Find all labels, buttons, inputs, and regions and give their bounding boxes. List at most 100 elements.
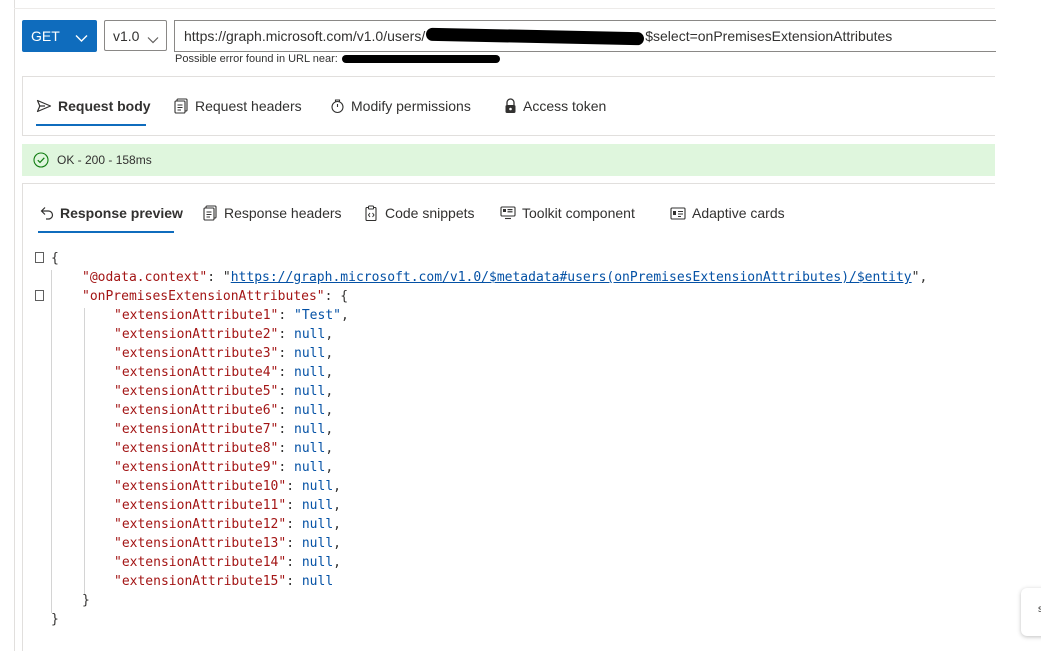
json-attribute-row: "extensionAttribute15": null xyxy=(114,572,333,591)
json-attribute-row: "extensionAttribute3": null, xyxy=(114,344,333,363)
tab-toolkit-component[interactable]: Toolkit component xyxy=(500,184,635,242)
json-line: "onPremisesExtensionAttributes": { xyxy=(82,289,349,304)
tab-label: Request headers xyxy=(195,98,302,114)
json-attribute-row: "extensionAttribute11": null, xyxy=(114,496,341,515)
json-comma: , xyxy=(325,384,334,399)
json-value: null xyxy=(301,555,334,570)
json-value: null xyxy=(294,365,326,380)
json-key: "extensionAttribute5" xyxy=(114,384,279,399)
json-attribute-row: "extensionAttribute5": null, xyxy=(114,382,333,401)
json-comma: , xyxy=(325,365,334,380)
json-key: "extensionAttribute12" xyxy=(114,517,287,532)
url-error-label: Possible error found in URL near: xyxy=(175,53,338,65)
active-tab-indicator xyxy=(36,124,146,126)
json-comma: , xyxy=(341,308,349,323)
feedback-widget[interactable]: s xyxy=(1021,588,1041,636)
json-line: "@odata.context": "https://graph.microso… xyxy=(82,270,928,285)
url-suffix: $select=onPremisesExtensionAttributes xyxy=(645,28,893,44)
tab-response-headers[interactable]: Response headers xyxy=(203,184,342,242)
json-value: null xyxy=(294,441,326,456)
top-divider xyxy=(14,8,995,9)
json-comma: , xyxy=(333,498,341,513)
json-key: "extensionAttribute3" xyxy=(114,346,279,361)
json-comma: , xyxy=(325,460,334,475)
json-colon: : xyxy=(278,384,295,399)
status-bar: OK - 200 - 158ms xyxy=(22,144,995,176)
json-key: "extensionAttribute8" xyxy=(114,441,279,456)
json-colon: : xyxy=(278,441,295,456)
tab-label: Modify permissions xyxy=(351,98,471,114)
tab-label: Request body xyxy=(58,98,151,114)
undo-arrow-icon xyxy=(40,206,54,220)
headers-icon xyxy=(203,205,218,221)
json-value: null xyxy=(294,346,326,361)
tab-request-headers[interactable]: Request headers xyxy=(174,77,302,135)
json-attribute-row: "extensionAttribute10": null, xyxy=(114,477,341,496)
json-attribute-row: "extensionAttribute9": null, xyxy=(114,458,333,477)
tab-access-token[interactable]: Access token xyxy=(504,77,606,135)
json-attribute-row: "extensionAttribute12": null, xyxy=(114,515,341,534)
json-key: "@odata.context" xyxy=(82,270,208,285)
json-value: null xyxy=(301,536,334,551)
json-comma: , xyxy=(333,536,341,551)
request-panel: Request body Request headers Modify perm… xyxy=(22,76,995,136)
toolkit-icon xyxy=(500,206,516,220)
tab-code-snippets[interactable]: Code snippets xyxy=(364,184,475,242)
chevron-down-icon xyxy=(147,31,159,47)
json-key: "extensionAttribute14" xyxy=(114,555,287,570)
redaction-mark xyxy=(341,55,500,64)
json-attribute-row: "extensionAttribute8": null, xyxy=(114,439,333,458)
tab-adaptive-cards[interactable]: Adaptive cards xyxy=(670,184,785,242)
check-circle-icon xyxy=(33,152,49,168)
json-line: { xyxy=(51,251,59,266)
json-value: null xyxy=(301,479,334,494)
redaction-mark xyxy=(426,27,645,45)
json-key: "onPremisesExtensionAttributes" xyxy=(82,289,325,304)
json-value: null xyxy=(301,574,334,589)
tab-request-body[interactable]: Request body xyxy=(36,77,151,135)
tab-response-preview[interactable]: Response preview xyxy=(40,184,183,242)
json-colon: : xyxy=(286,479,302,494)
tab-label: Access token xyxy=(523,98,607,114)
json-comma: , xyxy=(333,555,341,570)
json-colon: : xyxy=(278,327,295,342)
json-key: "extensionAttribute7" xyxy=(114,422,279,437)
json-colon: : xyxy=(286,498,302,513)
json-value: null xyxy=(301,517,334,532)
url-prefix: https://graph.microsoft.com/v1.0/users/ xyxy=(184,28,426,44)
tab-label: Adaptive cards xyxy=(692,205,785,221)
tab-modify-permissions[interactable]: Modify permissions xyxy=(330,77,471,135)
adaptive-cards-icon xyxy=(670,206,686,220)
version-label: v1.0 xyxy=(113,27,140,44)
json-key: "extensionAttribute6" xyxy=(114,403,279,418)
json-key: "extensionAttribute10" xyxy=(114,479,287,494)
url-input[interactable]: https://graph.microsoft.com/v1.0/users/ … xyxy=(174,20,996,52)
json-attribute-row: "extensionAttribute14": null, xyxy=(114,553,341,572)
json-colon: : xyxy=(286,555,302,570)
json-attribute-row: "extensionAttribute6": null, xyxy=(114,401,333,420)
json-colon: : xyxy=(278,308,295,323)
json-value: null xyxy=(294,422,326,437)
json-comma: , xyxy=(325,403,334,418)
odata-context-link[interactable]: https://graph.microsoft.com/v1.0/$metada… xyxy=(231,270,912,285)
http-method-label: GET xyxy=(31,28,60,44)
indent-guide xyxy=(51,270,52,613)
fold-toggle-icon[interactable] xyxy=(35,252,44,263)
json-comma: , xyxy=(325,346,334,361)
send-icon xyxy=(36,99,52,113)
json-colon: : xyxy=(278,403,295,418)
json-attribute-row: "extensionAttribute4": null, xyxy=(114,363,333,382)
json-colon: : xyxy=(278,365,295,380)
version-dropdown[interactable]: v1.0 xyxy=(104,20,167,51)
json-line: } xyxy=(51,612,59,627)
json-comma: , xyxy=(325,441,334,456)
json-attribute-row: "extensionAttribute2": null, xyxy=(114,325,333,344)
permissions-icon xyxy=(330,98,345,114)
json-comma: , xyxy=(333,517,341,532)
json-colon: : xyxy=(286,574,302,589)
json-key: "extensionAttribute15" xyxy=(114,574,287,589)
active-tab-indicator xyxy=(38,231,174,233)
http-method-dropdown[interactable]: GET xyxy=(22,20,97,52)
json-value: null xyxy=(294,327,326,342)
fold-toggle-icon[interactable] xyxy=(35,290,44,301)
